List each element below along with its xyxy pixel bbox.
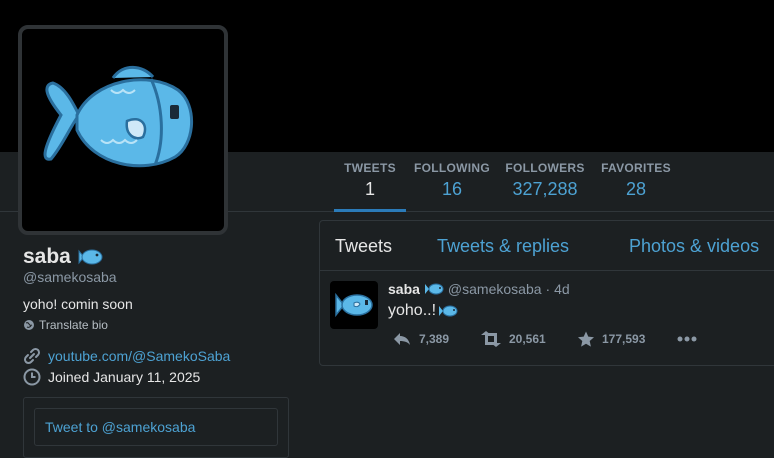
website-link[interactable]: youtube.com/@SamekoSaba bbox=[48, 348, 230, 364]
retweet-count: 20,561 bbox=[509, 332, 546, 346]
tweet-avatar[interactable] bbox=[330, 281, 378, 329]
timeline: Tweets Tweets & replies Photos & videos … bbox=[319, 220, 774, 366]
fish-emoji-icon bbox=[78, 249, 103, 265]
stat-favorites[interactable]: FAVORITES 28 bbox=[597, 152, 675, 212]
fish-avatar-icon bbox=[43, 65, 193, 168]
stat-following[interactable]: FOLLOWING 16 bbox=[412, 152, 492, 212]
favorite-button[interactable]: 177,593 bbox=[577, 331, 645, 347]
tweet-text: yoho..! bbox=[388, 302, 458, 320]
tweet-actions: 7,389 20,561 177,593 bbox=[392, 331, 712, 349]
stat-tweets-label: TWEETS bbox=[344, 161, 396, 175]
retweet-button[interactable]: 20,561 bbox=[480, 331, 546, 347]
stat-followers[interactable]: FOLLOWERS 327,288 bbox=[503, 152, 587, 212]
tab-tweets-replies[interactable]: Tweets & replies bbox=[437, 236, 569, 257]
fish-avatar-icon bbox=[335, 292, 373, 318]
stat-favorites-value: 28 bbox=[625, 179, 647, 199]
tweet-header: saba @samekosaba · 4d bbox=[388, 281, 570, 297]
timeline-tabs: Tweets Tweets & replies Photos & videos bbox=[320, 221, 774, 271]
tab-photos-videos[interactable]: Photos & videos bbox=[629, 236, 759, 257]
retweet-icon bbox=[481, 331, 501, 347]
translate-bio-link[interactable]: Translate bio bbox=[23, 318, 108, 332]
joined-text: Joined January 11, 2025 bbox=[48, 369, 201, 385]
profile-name[interactable]: saba bbox=[23, 245, 103, 269]
stat-tweets[interactable]: TWEETS 1 bbox=[334, 152, 406, 212]
tweet-timestamp[interactable]: · 4d bbox=[546, 281, 570, 297]
tweet-author-name[interactable]: saba bbox=[388, 281, 420, 297]
stat-following-label: FOLLOWING bbox=[413, 161, 491, 175]
tab-tweets[interactable]: Tweets bbox=[335, 236, 392, 257]
reply-count: 7,389 bbox=[419, 332, 450, 346]
tweet-author-handle[interactable]: @samekosaba bbox=[448, 281, 542, 297]
globe-icon bbox=[24, 320, 34, 330]
clock-icon bbox=[23, 368, 41, 386]
tweet-to-input[interactable]: Tweet to @samekosaba bbox=[34, 408, 278, 446]
more-options-button[interactable] bbox=[677, 331, 697, 347]
reply-button[interactable]: 7,389 bbox=[392, 331, 449, 347]
profile-name-text: saba bbox=[23, 245, 71, 268]
profile-handle: @samekosaba bbox=[23, 269, 117, 285]
stat-favorites-label: FAVORITES bbox=[601, 161, 671, 175]
link-icon bbox=[23, 347, 41, 365]
tweet-item[interactable]: saba @samekosaba · 4d yoho..! 7,389 20,5… bbox=[320, 271, 774, 365]
fish-emoji-icon bbox=[424, 283, 444, 295]
profile-avatar[interactable] bbox=[18, 25, 228, 235]
more-dots-icon bbox=[677, 336, 697, 342]
stat-following-value: 16 bbox=[441, 179, 463, 199]
profile-website: youtube.com/@SamekoSaba bbox=[23, 347, 230, 365]
translate-bio-label: Translate bio bbox=[39, 318, 108, 332]
stat-followers-label: FOLLOWERS bbox=[505, 161, 585, 175]
tweet-to-module: Tweet to @samekosaba bbox=[23, 397, 289, 458]
tweet-text-content: yoho..! bbox=[388, 302, 437, 319]
star-icon bbox=[578, 331, 594, 347]
stat-tweets-value: 1 bbox=[364, 179, 375, 199]
favorite-count: 177,593 bbox=[602, 332, 646, 346]
reply-icon bbox=[394, 333, 410, 345]
profile-joined-date: Joined January 11, 2025 bbox=[23, 368, 200, 386]
profile-bio: yoho! comin soon bbox=[23, 296, 133, 312]
fish-emoji-icon bbox=[439, 305, 458, 317]
stat-followers-value: 327,288 bbox=[512, 179, 578, 199]
